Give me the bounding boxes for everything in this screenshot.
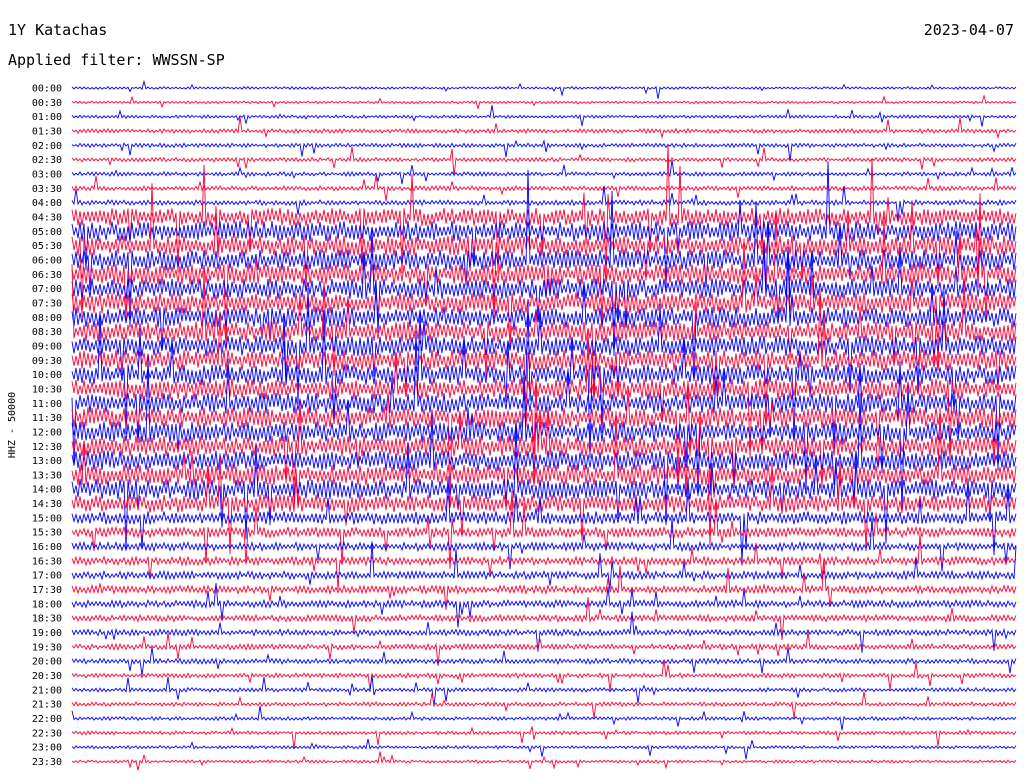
trace-line	[71, 143, 1017, 281]
time-tick-label: 11:30	[32, 413, 62, 424]
time-tick-label: 18:30	[32, 614, 62, 625]
trace-line	[71, 751, 1017, 771]
time-tick-group: 00:00 00:30 01:00 01:30 02:00 02:30 03:00 03:30…	[32, 84, 62, 769]
trace-line	[71, 659, 1017, 691]
trace-line	[71, 380, 1017, 508]
trace-line	[71, 160, 1017, 185]
trace-line	[71, 105, 1017, 127]
time-tick-label: 17:30	[32, 585, 62, 596]
time-tick-label: 05:00	[32, 227, 62, 238]
time-tick-label: 07:30	[32, 298, 62, 309]
time-tick-label: 16:30	[32, 556, 62, 567]
time-tick-label: 18:00	[32, 599, 62, 610]
time-tick-label: 02:00	[32, 141, 62, 152]
y-axis-label: HHZ - 50000	[7, 392, 18, 458]
time-tick-label: 10:00	[32, 370, 62, 381]
trace-line	[71, 490, 1017, 569]
time-tick-label: 09:00	[32, 341, 62, 352]
time-tick-label: 23:30	[32, 757, 62, 768]
time-tick-label: 07:00	[32, 284, 62, 295]
trace-line	[71, 94, 1017, 111]
time-tick-label: 21:00	[32, 685, 62, 696]
time-tick-label: 22:00	[32, 714, 62, 725]
time-tick-label: 14:00	[32, 485, 62, 496]
time-tick-label: 22:30	[32, 728, 62, 739]
trace-line	[71, 79, 1017, 99]
seismogram-plot: 00:00 00:30 01:00 01:30 02:00 02:30 03:00 03:30…	[7, 79, 1017, 771]
time-tick-label: 20:00	[32, 657, 62, 668]
time-tick-label: 04:30	[32, 212, 62, 223]
time-tick-label: 01:30	[32, 126, 62, 137]
trace-line	[71, 407, 1017, 546]
trace-line	[71, 675, 1017, 707]
time-tick-label: 15:00	[32, 513, 62, 524]
time-tick-label: 01:00	[32, 112, 62, 123]
trace-line	[71, 611, 1017, 653]
time-tick-label: 16:00	[32, 542, 62, 553]
time-tick-label: 13:30	[32, 470, 62, 481]
time-tick-label: 20:30	[32, 671, 62, 682]
time-tick-label: 03:30	[32, 184, 62, 195]
trace-line	[71, 705, 1017, 731]
trace-group	[71, 79, 1017, 771]
trace-line	[71, 117, 1017, 140]
time-tick-label: 04:00	[32, 198, 62, 209]
time-tick-label: 08:00	[32, 313, 62, 324]
trace-line	[71, 691, 1017, 719]
time-tick-label: 06:00	[32, 255, 62, 266]
time-tick-label: 14:30	[32, 499, 62, 510]
trace-line	[71, 726, 1017, 749]
time-tick-label: 17:00	[32, 571, 62, 582]
time-tick-label: 19:30	[32, 642, 62, 653]
time-tick-label: 12:30	[32, 442, 62, 453]
time-tick-label: 00:30	[32, 98, 62, 109]
time-tick-label: 21:30	[32, 700, 62, 711]
trace-line	[71, 146, 1017, 177]
time-tick-label: 10:30	[32, 384, 62, 395]
time-tick-label: 02:30	[32, 155, 62, 166]
time-tick-label: 06:30	[32, 270, 62, 281]
trace-line	[71, 646, 1017, 676]
trace-line	[71, 631, 1017, 667]
time-tick-label: 23:00	[32, 743, 62, 754]
time-tick-label: 03:00	[32, 169, 62, 180]
time-tick-label: 05:30	[32, 241, 62, 252]
time-tick-label: 12:00	[32, 427, 62, 438]
time-tick-label: 00:00	[32, 84, 62, 95]
time-tick-label: 11:00	[32, 399, 62, 410]
trace-line	[71, 175, 1017, 202]
time-tick-label: 09:30	[32, 356, 62, 367]
time-tick-label: 13:00	[32, 456, 62, 467]
time-tick-label: 19:00	[32, 628, 62, 639]
time-tick-label: 15:30	[32, 528, 62, 539]
time-tick-label: 08:30	[32, 327, 62, 338]
